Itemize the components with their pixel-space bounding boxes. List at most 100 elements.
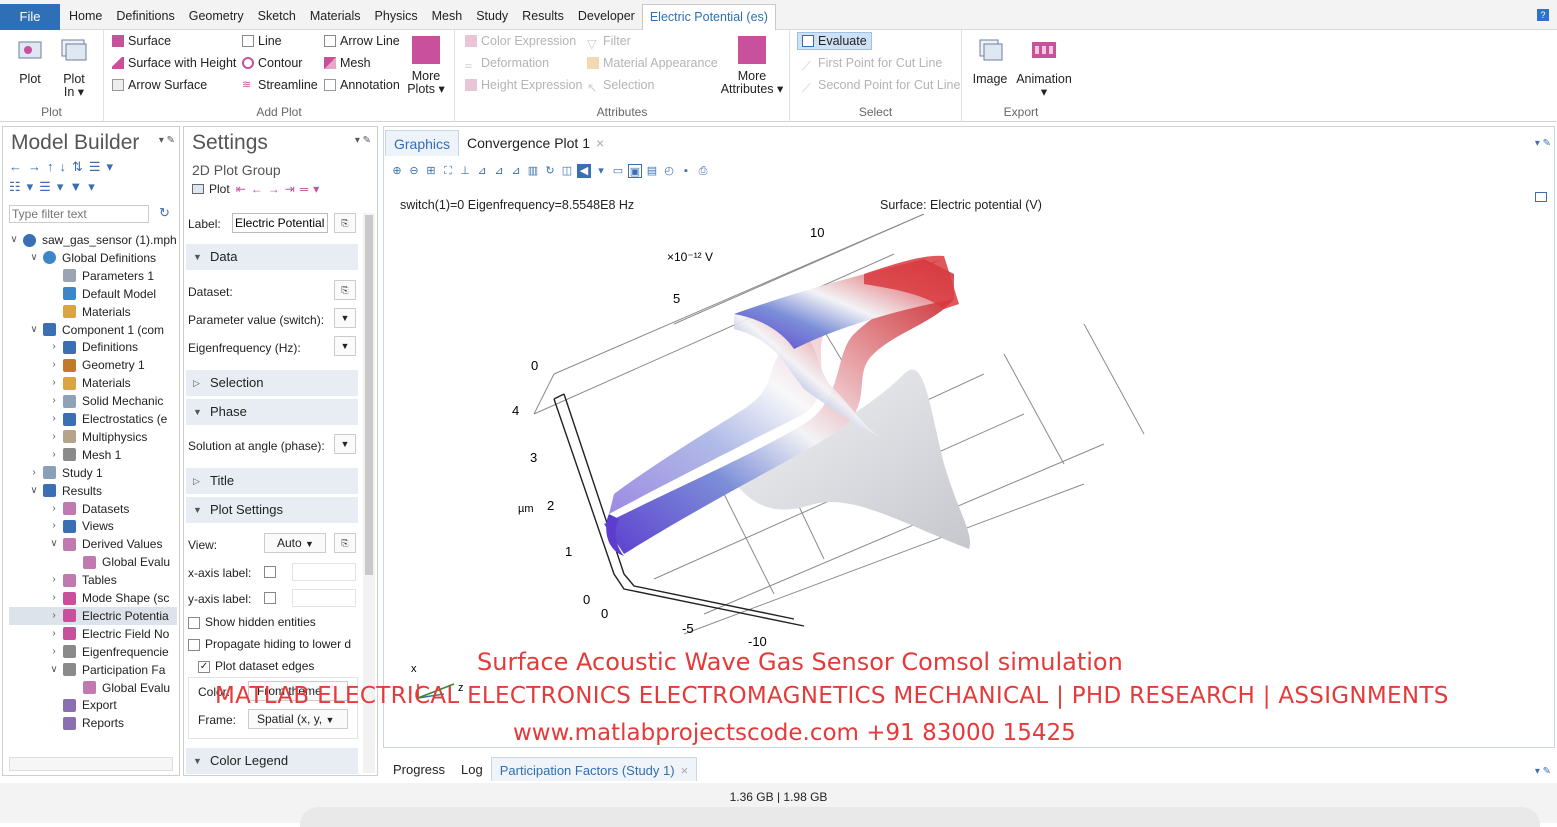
tree-item[interactable]: › Geometry 1 [49,356,144,374]
bottom-pane-menu-icon[interactable]: ▾ ✎ [1535,766,1551,777]
tree-item[interactable]: › Views [49,517,113,535]
tree-expander-icon[interactable]: ∨ [9,231,19,249]
tree-expander-icon[interactable]: › [49,446,59,464]
section-plot-settings[interactable]: ▼ Plot Settings [186,497,358,523]
tree-item[interactable]: ∨ Participation Fa [49,661,165,679]
tree-expander-icon[interactable]: › [49,428,59,446]
tree-expander-icon[interactable]: ∨ [29,249,39,267]
color-expression-button[interactable]: Color Expression [465,32,576,50]
tab-sketch[interactable]: Sketch [251,4,303,30]
tab-definitions[interactable]: Definitions [109,4,181,30]
tree-item[interactable]: › Eigenfrequencie [49,643,168,661]
tree-item[interactable]: ∨ Component 1 (com [29,321,164,339]
tree-expander-icon[interactable]: ∨ [49,661,59,679]
frame-select[interactable]: Spatial (x, y, ▼ [248,709,348,729]
section-title[interactable]: ▷ Title [186,468,358,494]
view-xy-icon[interactable]: ⊿ [475,164,489,178]
tree-item[interactable]: › Mode Shape (sc [49,589,169,607]
graphics-pane-menu-icon[interactable]: ▾ ✎ [1535,138,1551,149]
tree-item[interactable]: Global Evalu [69,553,170,571]
tree-item[interactable]: Export [49,696,117,714]
label-input[interactable] [232,213,328,233]
axis-orientation-icon[interactable]: ⊥ [458,164,472,178]
settings-scrollbar-thumb[interactable] [365,215,373,575]
view-select[interactable]: Auto ▼ [264,533,326,553]
tree-horizontal-scrollbar[interactable] [9,757,173,771]
label-reset-button[interactable]: ⎘ [334,213,356,233]
mesh-button[interactable]: Mesh [324,54,371,72]
view-zx-icon[interactable]: ⊿ [509,164,523,178]
propagate-hiding-checkbox[interactable] [188,638,200,651]
tree-item[interactable]: › Study 1 [29,464,102,482]
annotation-button[interactable]: Annotation [324,76,400,94]
settings-plot-button[interactable]: Plot ⇤←→⇥═▾ [192,182,324,196]
contour-button[interactable]: Contour [242,54,302,72]
render-mode-icon[interactable]: ▭ [611,164,625,178]
tree-item[interactable]: ∨ saw_gas_sensor (1).mph [9,231,176,249]
zoom-out-icon[interactable]: ⊖ [407,164,421,178]
tree-item[interactable]: › Materials [49,374,130,392]
tab-graphics[interactable]: Graphics [385,130,460,156]
tab-convergence-plot[interactable]: Convergence Plot 1 × [459,130,612,156]
plot-button[interactable]: Plot [10,36,50,86]
view-yz-icon[interactable]: ⊿ [492,164,506,178]
tree-expander-icon[interactable]: › [49,625,59,643]
file-menu-button[interactable]: File [0,4,60,30]
tree-expander-icon[interactable]: › [49,607,59,625]
tree-item[interactable]: ∨ Results [29,482,102,500]
tree-expander-icon[interactable]: ∨ [29,482,39,500]
tree-item[interactable]: › Tables [49,571,116,589]
line-button[interactable]: Line [242,32,282,50]
dataset-goto-button[interactable]: ⎘ [334,280,356,300]
plot-dataset-edges-checkbox[interactable]: ✓ [198,660,210,673]
propagate-hiding-row[interactable]: Propagate hiding to lower d [188,637,358,651]
plot-dataset-edges-row[interactable]: ✓ Plot dataset edges [198,659,314,673]
tree-expander-icon[interactable]: › [29,464,39,482]
zoom-extents-icon[interactable]: ⛶ [441,164,455,178]
tree-expander-icon[interactable]: › [49,338,59,356]
solution-angle-dropdown[interactable]: ▼ [334,434,356,454]
selection-button[interactable]: ↖ Selection [587,76,654,95]
section-color-legend[interactable]: ▼ Color Legend [186,748,358,774]
tree-item[interactable]: ∨ Derived Values [49,535,162,553]
tree-item[interactable]: Reports [49,714,124,732]
reset-view-icon[interactable]: ◴ [662,164,676,178]
tree-item[interactable]: › Definitions [49,338,138,356]
more-attributes-button[interactable]: More Attributes ▾ [717,36,787,96]
section-selection[interactable]: ▷ Selection [186,370,358,396]
perspective-icon[interactable]: ▥ [526,164,540,178]
section-phase[interactable]: ▼ Phase [186,399,358,425]
tab-home[interactable]: Home [62,4,109,30]
evaluate-button[interactable]: Evaluate [797,32,872,50]
tab-physics[interactable]: Physics [368,4,425,30]
view-goto-button[interactable]: ⎘ [334,533,356,553]
tree-expander-icon[interactable]: › [49,392,59,410]
eigenfrequency-dropdown[interactable]: ▼ [334,336,356,356]
select-mode-icon[interactable]: ◀ [577,164,591,178]
tab-developer[interactable]: Developer [571,4,642,30]
transparency-icon[interactable]: ▤ [645,164,659,178]
select-dropdown-icon[interactable]: ▾ [594,164,608,178]
close-icon[interactable]: × [596,135,604,151]
image-button[interactable]: Image [970,36,1010,86]
tab-log[interactable]: Log [453,757,491,781]
tab-results[interactable]: Results [515,4,571,30]
help-icon[interactable]: ? [1537,9,1549,21]
tab-materials[interactable]: Materials [303,4,368,30]
camera-icon[interactable]: ▪ [679,164,693,178]
arrow-surface-button[interactable]: Arrow Surface [112,76,207,94]
tab-geometry[interactable]: Geometry [182,4,251,30]
tree-item[interactable]: › Solid Mechanic [49,392,163,410]
rotate-icon[interactable]: ↻ [543,164,557,178]
surface-button[interactable]: Surface [112,32,171,50]
streamline-button[interactable]: ≋ Streamline [242,76,318,94]
y-axis-label-checkbox[interactable] [264,592,276,604]
second-point-cut-line-button[interactable]: ⟋ Second Point for Cut Line [802,76,960,95]
close-icon[interactable]: × [681,763,689,778]
tab-electric-potential[interactable]: Electric Potential (es) [641,4,776,30]
height-expression-button[interactable]: Height Expression [465,76,582,94]
animation-button[interactable]: Animation ▾ [1012,36,1076,99]
tree-item[interactable]: Default Model [49,285,156,303]
tree-item[interactable]: Parameters 1 [49,267,154,285]
section-data[interactable]: ▼ Data [186,244,358,270]
